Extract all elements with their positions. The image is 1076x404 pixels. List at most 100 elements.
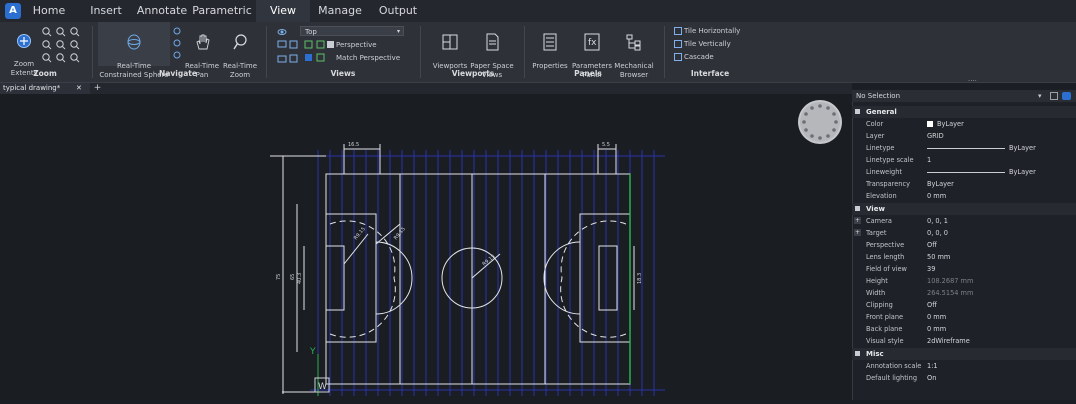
tab-home[interactable]: Home <box>26 0 72 22</box>
mechanical-browser-button[interactable]: Mechanical Browser <box>614 24 654 80</box>
property-key: Lens length <box>866 253 905 261</box>
views-visibility-icons[interactable] <box>276 27 300 65</box>
match-perspective-button[interactable]: Match Perspective <box>336 54 400 63</box>
property-row[interactable]: Annotation scale 1:1 <box>852 360 1076 372</box>
tile-horizontally-icon <box>674 27 682 35</box>
tab-output[interactable]: Output <box>370 0 426 22</box>
linetype-preview <box>927 147 1005 149</box>
separator <box>664 26 665 78</box>
cascade-button[interactable]: Cascade <box>674 53 714 62</box>
property-row[interactable]: Front plane 0 mm <box>852 311 1076 323</box>
property-key: Height <box>866 277 888 285</box>
viewports-group-label: Viewports <box>451 69 495 78</box>
property-row[interactable]: Layer GRID <box>852 130 1076 142</box>
property-row[interactable]: Linetype scale 1 <box>852 154 1076 166</box>
tab-parametric[interactable]: Parametric <box>190 0 254 22</box>
property-row[interactable]: Width 264.5154 mm <box>852 287 1076 299</box>
property-row[interactable]: Field of view 39 <box>852 263 1076 275</box>
section-title: View <box>866 205 885 213</box>
section-title: General <box>866 108 897 116</box>
view-select[interactable]: Top ▾ <box>300 26 404 36</box>
property-row[interactable]: Back plane 0 mm <box>852 323 1076 335</box>
viewports-icon <box>442 34 458 50</box>
property-row[interactable]: Perspective Off <box>852 239 1076 251</box>
property-key: Annotation scale <box>866 362 922 370</box>
misc-section[interactable]: Misc <box>852 348 1076 360</box>
properties-icon <box>543 33 557 51</box>
perspective-button[interactable]: Perspective <box>336 41 377 50</box>
close-icon[interactable]: ✕ <box>76 83 82 94</box>
orbit-icon <box>127 34 141 50</box>
selection-select[interactable]: No Selection <box>856 90 900 102</box>
add-tab-button[interactable]: + <box>92 83 103 94</box>
property-row[interactable]: Transparency ByLayer <box>852 178 1076 190</box>
selection-bar[interactable]: No Selection ▾ <box>852 90 1076 102</box>
chevron-down-icon: ▾ <box>396 28 400 35</box>
property-key: Width <box>866 289 886 297</box>
general-section[interactable]: General <box>852 106 1076 118</box>
property-row[interactable]: Color ByLayer <box>852 118 1076 130</box>
chevron-down-icon[interactable]: ▾ <box>1038 90 1042 102</box>
property-value: Off <box>927 301 937 309</box>
radius-label: R9.15 <box>481 254 496 268</box>
property-key: Color <box>866 120 884 128</box>
property-row[interactable]: + Target 0, 0, 0 <box>852 227 1076 239</box>
zoom-group-label: Zoom <box>33 69 57 78</box>
property-row[interactable]: Lens length 50 mm <box>852 251 1076 263</box>
property-value: 1:1 <box>927 362 938 370</box>
collapse-icon[interactable] <box>855 206 860 211</box>
property-row[interactable]: + Camera 0, 0, 1 <box>852 215 1076 227</box>
collapse-icon[interactable] <box>855 109 860 114</box>
property-row[interactable]: Default lighting On <box>852 372 1076 384</box>
collapse-icon[interactable] <box>855 351 860 356</box>
dimension-label: 16.5 <box>348 142 359 148</box>
dimension-label: 75 <box>276 274 282 280</box>
property-key: Back plane <box>866 325 903 333</box>
magnifier-icon <box>233 34 247 50</box>
properties-label: Properties <box>532 62 568 70</box>
separator <box>420 26 421 78</box>
eye-icon[interactable] <box>1062 92 1071 100</box>
realtime-zoom-button[interactable]: Real-Time Zoom <box>222 24 258 80</box>
navigate-small-icons[interactable] <box>172 26 182 62</box>
view-section[interactable]: View <box>852 203 1076 215</box>
tile-vertically-button[interactable]: Tile Vertically <box>674 40 731 49</box>
tree-icon <box>626 34 641 51</box>
property-key: Clipping <box>866 301 893 309</box>
document-tab[interactable]: typical drawing* ✕ <box>0 83 90 94</box>
property-row[interactable]: Visual style 2dWireframe <box>852 335 1076 347</box>
property-key: Lineweight <box>866 168 902 176</box>
viewports-button[interactable]: Viewports <box>430 24 470 71</box>
property-row[interactable]: Elevation 0 mm <box>852 190 1076 202</box>
tab-manage[interactable]: Manage <box>312 0 368 22</box>
properties-button[interactable]: Properties <box>530 24 570 71</box>
property-key: Layer <box>866 132 885 140</box>
ribbon-more[interactable]: .... <box>968 75 977 83</box>
tab-annotate[interactable]: Annotate <box>134 0 190 22</box>
zoom-tools-icon[interactable] <box>40 25 82 65</box>
cascade-label: Cascade <box>684 53 714 61</box>
tab-insert[interactable]: Insert <box>78 0 134 22</box>
property-value: On <box>927 374 937 382</box>
constrained-sphere-button[interactable]: Real-Time Constrained Sphere <box>98 22 170 79</box>
expand-icon[interactable]: + <box>854 217 861 224</box>
property-row[interactable]: Lineweight ByLayer <box>852 166 1076 178</box>
drawing-svg: 16.5 5.5 75 65 40.3 18.3 R9.15 R9.15 R9.… <box>270 100 842 396</box>
app-logo[interactable]: A <box>5 3 21 19</box>
property-row[interactable]: Height 108.2687 mm <box>852 275 1076 287</box>
tab-view[interactable]: View <box>256 0 310 22</box>
property-value: 0, 0, 1 <box>927 217 948 225</box>
tile-vertically-icon <box>674 40 682 48</box>
expand-icon[interactable]: + <box>854 229 861 236</box>
separator <box>92 26 93 78</box>
property-row[interactable]: Linetype ByLayer <box>852 142 1076 154</box>
dimension-label: 5.5 <box>602 142 610 148</box>
drawing-canvas[interactable]: 16.5 5.5 75 65 40.3 18.3 R9.15 R9.15 R9.… <box>0 94 852 400</box>
ribbon: Zoom Extents Zoom Real-Time Constrained … <box>0 22 1076 83</box>
filter-icon[interactable] <box>1050 92 1058 100</box>
view-cube-icon[interactable] <box>798 100 842 144</box>
tile-horizontally-button[interactable]: Tile Horizontally <box>674 27 740 36</box>
view-state-icons[interactable] <box>304 40 334 70</box>
property-row[interactable]: Clipping Off <box>852 299 1076 311</box>
dimension-label: 40.3 <box>297 273 303 284</box>
